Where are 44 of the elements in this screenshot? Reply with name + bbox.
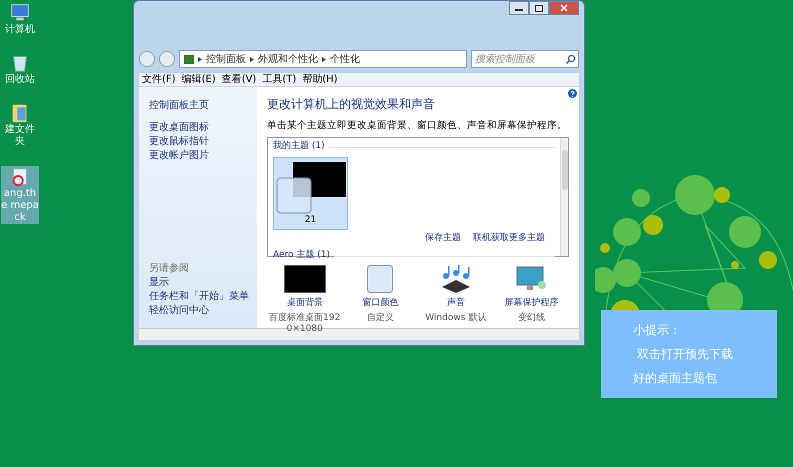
menu-item[interactable]: 查看(V) xyxy=(222,72,256,87)
sidebar-link[interactable]: 任务栏和「开始」菜单 xyxy=(149,290,247,304)
menu-item[interactable]: 工具(T) xyxy=(262,72,296,87)
sidebar-link[interactable]: 显示 xyxy=(149,276,247,290)
desktop-icon[interactable]: 建文件夹 xyxy=(1,102,39,148)
tip-title: 小提示： xyxy=(633,322,682,339)
sidebar-link[interactable]: 控制面板主页 xyxy=(149,99,247,113)
setting-link[interactable]: 窗口颜色 xyxy=(362,297,398,311)
sidebar-link[interactable]: 更改鼠标指针 xyxy=(149,135,247,149)
setting-link[interactable]: 声音 xyxy=(446,297,465,311)
icon-label: 建文件夹 xyxy=(4,124,36,148)
desktop-icon[interactable]: 回收站 xyxy=(1,52,39,86)
breadcrumb[interactable]: 个性化 xyxy=(330,52,360,66)
desktop-icon[interactable]: 计算机 xyxy=(1,2,39,36)
address-bar[interactable]: 控制面板 外观和个性化 个性化 xyxy=(179,50,467,68)
group-heading: Aero 主题 (1) xyxy=(273,249,330,262)
sidebar-link[interactable]: 更改桌面图标 xyxy=(149,121,247,135)
setting-link[interactable]: 桌面背景 xyxy=(286,297,323,311)
theme-tile[interactable]: 21 xyxy=(273,156,348,230)
description-text: 单击某个主题立即更改桌面背景、窗口颜色、声音和屏幕保护程序。 xyxy=(267,119,568,133)
menu-item[interactable]: 编辑(E) xyxy=(182,72,216,87)
icon-label: ang.the mepack xyxy=(1,188,39,224)
icon-label: 计算机 xyxy=(5,24,35,36)
breadcrumb[interactable]: 外观和个性化 xyxy=(258,52,318,66)
theme-name: 21 xyxy=(304,214,316,226)
menu-item[interactable]: 文件(F) xyxy=(142,72,176,87)
search-field[interactable]: 搜索控制面板 xyxy=(471,50,579,68)
tip-text: 好的桌面主题包 xyxy=(633,370,718,387)
sidebar-heading: 另请参阅 xyxy=(149,262,190,276)
group-heading: 我的主题 (1) xyxy=(273,140,325,154)
sidebar-link[interactable]: 更改帐户图片 xyxy=(149,149,247,163)
setting-value: Windows 默认 xyxy=(425,312,486,324)
theme-link[interactable]: 保存主题 xyxy=(425,232,461,246)
breadcrumb[interactable]: 控制面板 xyxy=(206,52,246,66)
icon-label: 回收站 xyxy=(5,74,35,86)
menu-item[interactable]: 帮助(H) xyxy=(302,72,338,87)
page-heading: 更改计算机上的视觉效果和声音 xyxy=(267,96,436,113)
setting-value: 自定义 xyxy=(366,312,394,324)
sidebar-link[interactable]: 轻松访问中心 xyxy=(149,304,247,318)
theme-link[interactable]: 联机获取更多主题 xyxy=(473,232,545,246)
setting-value: 百度标准桌面1920×1080 xyxy=(268,312,342,335)
setting-value: 变幻线 xyxy=(518,312,545,324)
tip-text: 双击打开预先下载 xyxy=(636,346,734,363)
setting-link[interactable]: 屏幕保护程序 xyxy=(504,297,558,311)
